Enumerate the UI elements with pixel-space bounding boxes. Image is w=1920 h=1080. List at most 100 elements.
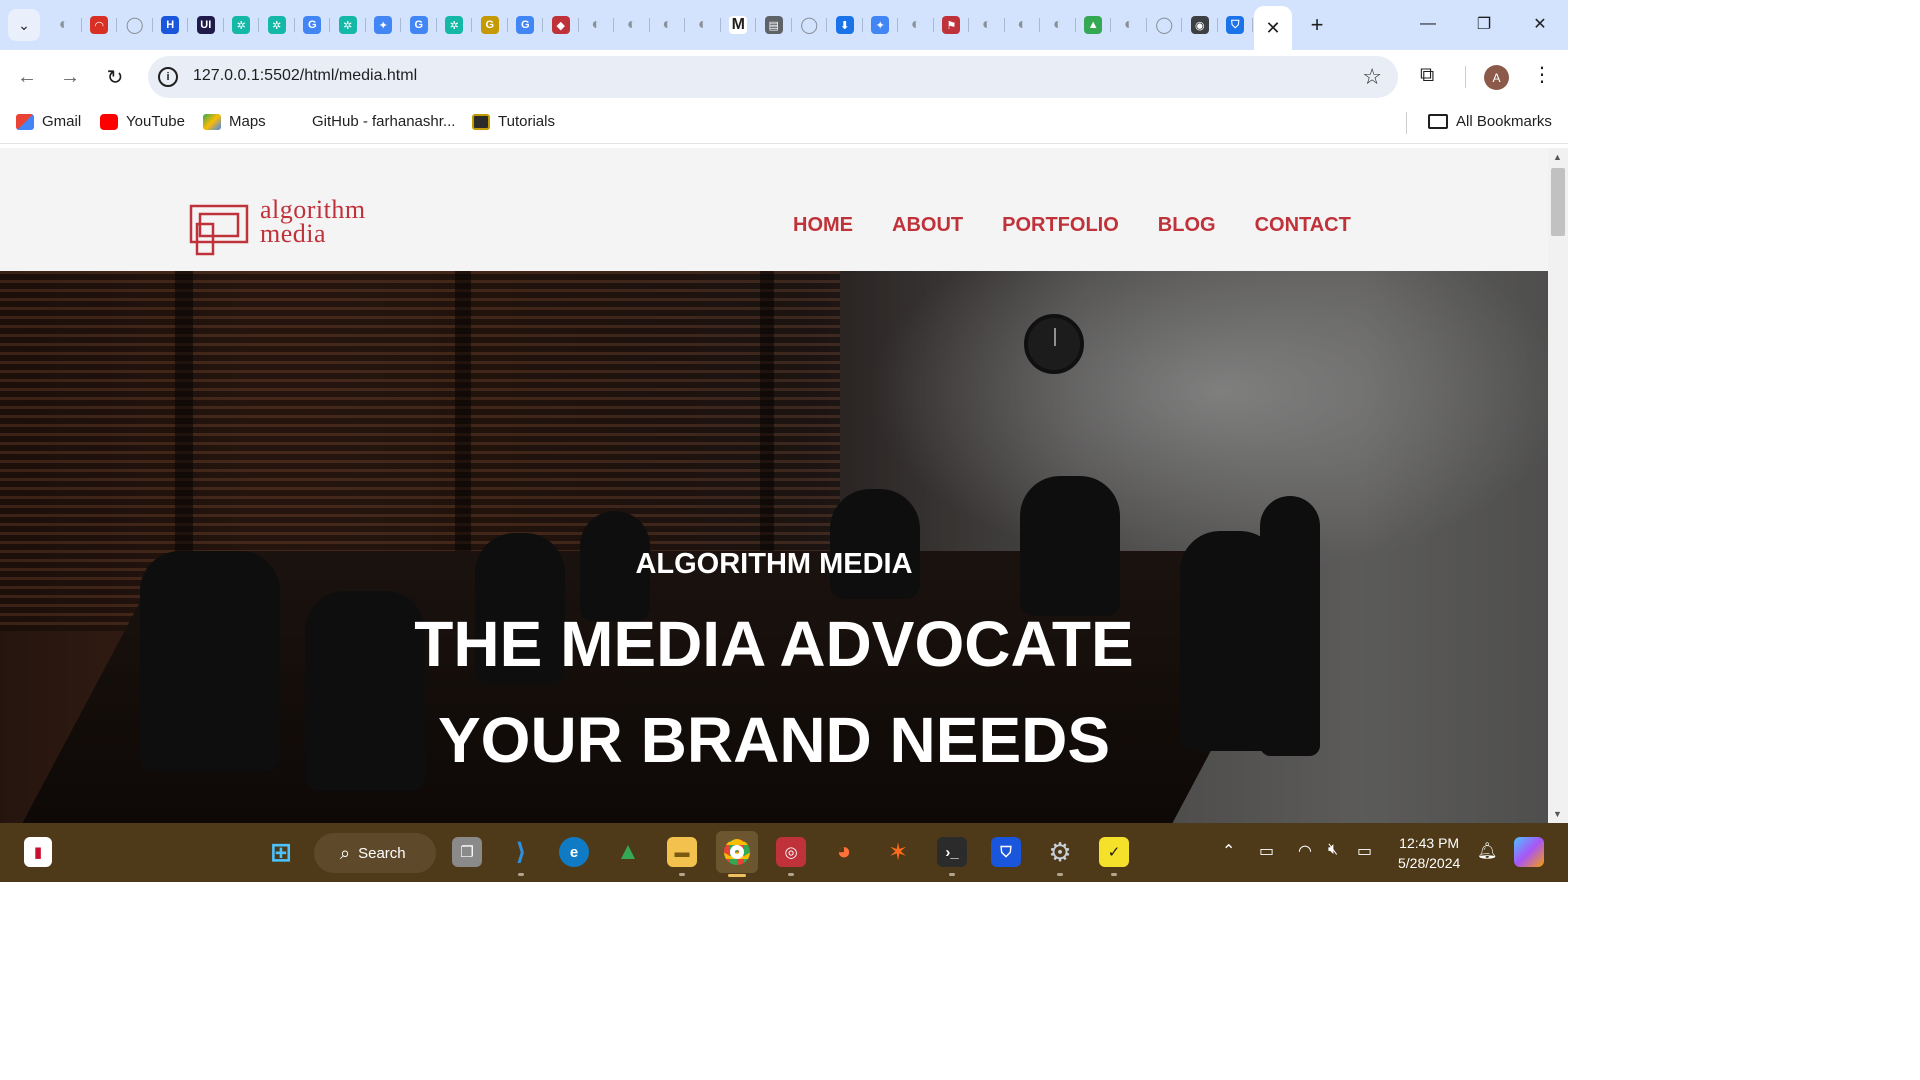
browser-tab[interactable]: ◐	[579, 10, 615, 40]
google-drive-icon[interactable]: ▲	[613, 837, 643, 867]
bookmark-gmail[interactable]: Gmail	[16, 113, 81, 130]
browser-tab[interactable]: G	[295, 10, 331, 40]
browser-tab[interactable]: ⛉	[1218, 10, 1254, 40]
terminal-icon[interactable]: ›_	[937, 837, 967, 867]
browser-tab[interactable]: ⚑	[934, 10, 970, 40]
browser-tab[interactable]: G	[401, 10, 437, 40]
postman-icon[interactable]: ✶	[883, 837, 913, 867]
search-icon: ⌕	[340, 842, 351, 863]
wifi-icon[interactable]: ◠	[1298, 841, 1312, 861]
nav-portfolio[interactable]: PORTFOLIO	[1002, 214, 1119, 237]
copilot-icon[interactable]	[1514, 837, 1544, 867]
close-window-button[interactable]: ✕	[1512, 0, 1568, 48]
extensions-icon[interactable]: ⧉	[1420, 64, 1434, 87]
browser-tab[interactable]: M	[721, 10, 757, 40]
address-bar[interactable]: i 127.0.0.1:5502/html/media.html ☆	[148, 56, 1398, 98]
browser-tab[interactable]: ✲	[330, 10, 366, 40]
bitwarden-icon[interactable]: ⛉	[991, 837, 1021, 867]
browser-tab[interactable]: ◆	[543, 10, 579, 40]
browser-tab[interactable]: ◠	[82, 10, 118, 40]
document-icon: ▤	[764, 16, 783, 34]
browser-tab[interactable]: ◉	[1182, 10, 1218, 40]
nav-home[interactable]: HOME	[793, 214, 853, 237]
browser-tab[interactable]: G	[508, 10, 544, 40]
scrollbar-thumb[interactable]	[1551, 168, 1565, 236]
site-info-icon[interactable]: i	[158, 67, 178, 87]
taskbar-search[interactable]: ⌕ Search	[314, 833, 436, 873]
nav-blog[interactable]: BLOG	[1158, 214, 1216, 237]
todo-app-icon[interactable]: ✓	[1099, 837, 1129, 867]
browser-tab[interactable]: H	[153, 10, 189, 40]
browser-tab[interactable]: ◯	[792, 10, 828, 40]
notification-bell-icon[interactable]: 🔔︎	[1477, 841, 1497, 861]
site-nav: HOME ABOUT PORTFOLIO BLOG CONTACT	[793, 214, 1351, 237]
new-tab-button[interactable]: +	[1304, 12, 1330, 38]
browser-tab[interactable]: ◐	[46, 10, 82, 40]
file-explorer-icon[interactable]: ▬	[667, 837, 697, 867]
firefox-icon[interactable]: ◕	[829, 837, 859, 867]
gmail-icon	[16, 113, 34, 130]
browser-tab[interactable]: UI	[188, 10, 224, 40]
taskbar-clock[interactable]: 12:43 PM 5/28/2024	[1398, 833, 1460, 873]
browser-tab[interactable]: ◯	[117, 10, 153, 40]
back-button[interactable]: ←	[13, 63, 41, 91]
tablet-mode-icon[interactable]: ▭	[1259, 841, 1274, 861]
task-view-icon[interactable]: ❐	[452, 837, 482, 867]
nav-contact[interactable]: CONTACT	[1255, 214, 1351, 237]
restore-button[interactable]: ❐	[1456, 0, 1512, 48]
menu-icon[interactable]: ⋮	[1532, 62, 1552, 87]
windows-start-icon[interactable]: ⊞	[266, 837, 296, 867]
settings-gear-icon[interactable]: ⚙	[1045, 837, 1075, 867]
bookmark-star-icon[interactable]: ☆	[1362, 64, 1382, 90]
running-indicator	[1057, 873, 1063, 876]
scroll-up-icon[interactable]: ▲	[1553, 152, 1562, 162]
browser-tab[interactable]: ✦	[366, 10, 402, 40]
browser-tab[interactable]: G	[472, 10, 508, 40]
nav-about[interactable]: ABOUT	[892, 214, 963, 237]
forward-button[interactable]: →	[56, 63, 84, 91]
browser-tab[interactable]: ✲	[259, 10, 295, 40]
browser-tab[interactable]: ◐	[1005, 10, 1041, 40]
url-text[interactable]: 127.0.0.1:5502/html/media.html	[193, 67, 417, 85]
all-bookmarks[interactable]: All Bookmarks	[1428, 113, 1552, 130]
github-icon: ◯	[800, 17, 819, 34]
bookmark-tutorials[interactable]: Tutorials	[472, 113, 555, 130]
vscode-icon[interactable]: ⟩	[506, 837, 536, 867]
reload-button[interactable]: ↻	[101, 63, 129, 91]
chevron-up-icon[interactable]: ⌃	[1222, 841, 1235, 861]
browser-tab[interactable]: ◯	[1147, 10, 1183, 40]
browser-tab[interactable]: ◐	[1040, 10, 1076, 40]
browser-tab[interactable]: ◐	[650, 10, 686, 40]
browser-tab[interactable]: ▤	[756, 10, 792, 40]
browser-tab[interactable]: ◐	[685, 10, 721, 40]
active-tab[interactable]: ✕	[1254, 6, 1292, 50]
browser-tab[interactable]: ◐	[969, 10, 1005, 40]
close-icon[interactable]: ✕	[1265, 18, 1280, 39]
battery-icon[interactable]: ▭	[1357, 841, 1372, 861]
scroll-down-icon[interactable]: ▼	[1553, 809, 1562, 819]
tab-search-button[interactable]: ⌄	[8, 9, 40, 41]
browser-tab[interactable]: ◐	[1111, 10, 1147, 40]
speaker-muted-icon[interactable]: 🔇︎	[1328, 841, 1338, 859]
bookmark-github[interactable]: GitHub - farhanashr...	[312, 113, 455, 130]
browser-tab[interactable]: ◐	[614, 10, 650, 40]
nba-widget-icon[interactable]: ▮	[24, 837, 52, 867]
profile-avatar[interactable]: A	[1484, 65, 1509, 90]
browser-tab[interactable]: ✦	[863, 10, 899, 40]
drive-icon: ▲	[1084, 16, 1103, 34]
browser-tab[interactable]: ⬇	[827, 10, 863, 40]
butterfly-icon: ✲	[267, 16, 286, 34]
browser-tab[interactable]: ✲	[437, 10, 473, 40]
bookmark-youtube[interactable]: YouTube	[100, 113, 185, 130]
page-scrollbar[interactable]: ▲ ▼	[1548, 148, 1568, 823]
edge-icon[interactable]: e	[559, 837, 589, 867]
browser-tab[interactable]: ✲	[224, 10, 260, 40]
hero-section: ALGORITHM MEDIA THE MEDIA ADVOCATE YOUR …	[0, 271, 1548, 823]
minimize-button[interactable]: —	[1400, 0, 1456, 48]
site-logo[interactable]: algorithm media	[188, 197, 388, 262]
screen-recorder-icon[interactable]: ◎	[776, 837, 806, 867]
bookmark-maps[interactable]: Maps	[203, 113, 266, 130]
browser-tab[interactable]: ◐	[898, 10, 934, 40]
browser-tab[interactable]: ▲	[1076, 10, 1112, 40]
chrome-taskbar-button[interactable]	[716, 831, 758, 873]
